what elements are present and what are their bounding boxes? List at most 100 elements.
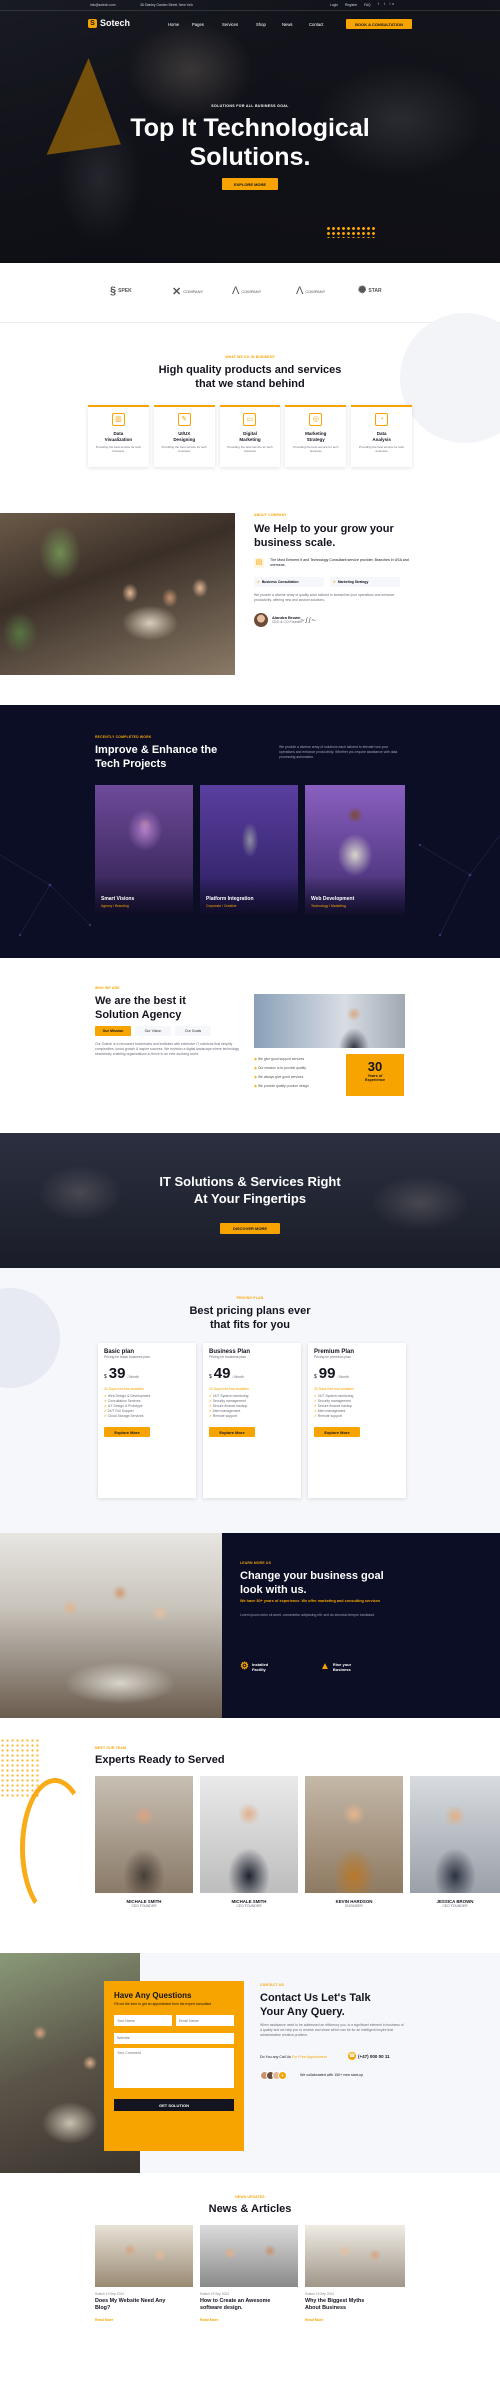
logo-text: Sotech (100, 18, 131, 28)
brand-mark-icon: ✕ (172, 286, 182, 298)
growth-section: LEARN MORE US Change your business goal … (0, 1533, 500, 1718)
news-section: NEWS UPDATES News & Articles Sotech 19 S… (0, 2173, 500, 2385)
list-item: ◉ Our mission is to provide quality (254, 1066, 306, 1070)
team-member-card[interactable]: KEVIN HARDSON ENGINEER (305, 1776, 403, 1921)
brand-mark-icon: Λ (296, 285, 304, 297)
hero-explore-button[interactable]: EXPLORE MORE (222, 178, 278, 190)
news-card[interactable]: Sotech 19 Sep 2024 Why the Biggest Myths… (305, 2225, 405, 2375)
team-curve-shape (20, 1778, 90, 1918)
brand-logo-5: ✺ STAR (358, 285, 382, 296)
cta-section: IT Solutions & Services Right At Your Fi… (0, 1133, 500, 1268)
nav-shop[interactable]: Shop (256, 22, 282, 27)
nav-home[interactable]: Home (168, 22, 192, 27)
client-avatars: + (260, 2071, 287, 2080)
news-post-title[interactable]: Does My Website Need Any Blog? (95, 2298, 193, 2312)
project-card-smart-visions[interactable]: Smart Visions Agency / Branding (95, 785, 193, 916)
get-solution-button[interactable]: GET SOLUTION (114, 2099, 234, 2111)
monitor-icon: ▭ (243, 413, 257, 426)
check-icon: ✔ (333, 580, 336, 584)
email-input[interactable] (176, 2015, 234, 2026)
team-title: Experts Ready to Served (95, 1754, 225, 1766)
project-card-web-development[interactable]: Web Development Technology / Marketing (305, 785, 405, 916)
agency-person-photo (254, 994, 405, 1048)
features-kicker: WHAT WE DO IN BUSINESS (225, 355, 275, 359)
check-icon: ✔ (257, 580, 260, 584)
nav-pages[interactable]: Pages (192, 22, 222, 27)
phone-icon: ☎ (348, 2052, 356, 2060)
tab-our-mission[interactable]: Our Mission (95, 1026, 131, 1036)
plan-basic-button[interactable]: Explore More (104, 1427, 150, 1437)
tab-our-goals[interactable]: Our Goals (175, 1026, 211, 1036)
news-card[interactable]: Sotech 19 Sep 2024 Does My Website Need … (95, 2225, 193, 2375)
topbar-faq[interactable]: FAQ (364, 3, 371, 7)
agency-paragraph: Our Sotech is a renowned businesses and … (95, 1042, 240, 1056)
list-item: ◉ We provide quality product design (254, 1084, 309, 1088)
analysis-icon: ◔ (375, 413, 389, 426)
cta-discover-button[interactable]: DISCOVER MORE (220, 1223, 280, 1234)
team-member-card[interactable]: MICHALE SMITH CEO FOUNDER (200, 1776, 298, 1921)
topbar-register[interactable]: Register (345, 3, 357, 7)
brand-mark-icon: § (110, 285, 117, 297)
plan-features: ✔ 24/7 System monitoring ✔ Security mana… (209, 1394, 249, 1418)
form-title: Have Any Questions (114, 1991, 192, 2000)
growth-paragraph: Lorem ipsum dolor sit amet, consectetur … (240, 1613, 376, 1617)
factory-icon: ⚙ (240, 1661, 249, 1672)
project-tags: Corporate / Creative (206, 904, 237, 908)
feature-card-marketing-strategy[interactable]: ◎ Marketing Strategy Providing the best s… (285, 405, 347, 467)
plan-price: 49 (213, 1365, 231, 1382)
feature-card-data-visualization[interactable]: ▥ Data Visualization Providing the best s… (88, 405, 149, 467)
about-paragraph: We provide a diverse array of quality wo… (254, 593, 395, 602)
book-consultation-button[interactable]: BOOK A CONSULTATION (346, 19, 412, 29)
brand-logo-3: Λ COMPANY (232, 285, 262, 297)
nav-news[interactable]: News (282, 22, 309, 27)
features-section: WHAT WE DO IN BUSINESS High quality prod… (0, 313, 500, 513)
strategy-icon: ◎ (309, 413, 323, 426)
news-post-title[interactable]: How to Create an Awesome software design. (200, 2298, 298, 2312)
check-business-consultation: ✔ Business Consultation (254, 577, 324, 587)
read-more-link[interactable]: Read More (200, 2318, 298, 2322)
plan-features: ✔ 24/7 System monitoring ✔ Security mana… (314, 1394, 354, 1418)
contact-title: Contact Us Let's Talk Your Any Query. (260, 1992, 371, 2018)
feature-card-digital-marketing[interactable]: ▭ Digital Marketing Providing the best se… (219, 405, 281, 467)
read-more-link[interactable]: Read More (95, 2318, 193, 2322)
project-tags: Agency / Branding (101, 904, 129, 908)
call-label: Do You any Call Us For Free Appointment (260, 2055, 327, 2059)
plan-premium-button[interactable]: Explore More (314, 1427, 360, 1437)
author-avatar (254, 613, 268, 627)
read-more-link[interactable]: Read More (305, 2318, 405, 2322)
main-nav: Home Pages Services Shop News Contact (168, 22, 337, 27)
team-member-card[interactable]: MICHALE SMITH CEO FOUNDER (95, 1776, 193, 1921)
phone-number[interactable]: ☎ (+47) 000 00 11 (348, 2052, 390, 2060)
comment-textarea[interactable] (114, 2048, 234, 2088)
design-icon: ✎ (177, 413, 191, 426)
tab-our-vision[interactable]: Our Vision (135, 1026, 171, 1036)
feature-card-data-analysis[interactable]: ◔ Data Analysis Providing the best servic… (351, 405, 412, 467)
news-card[interactable]: Sotech 19 Sep 2024 How to Create an Awes… (200, 2225, 298, 2375)
agency-section: WHO WE ARE We are the best it Solution A… (0, 958, 500, 1133)
nav-contact[interactable]: Contact (309, 22, 337, 27)
social-icons[interactable]: f t in (378, 2, 396, 6)
project-tags: Technology / Marketing (311, 904, 346, 908)
about-highlight: The Most Eminent It and Technology Consu… (270, 558, 409, 567)
logo[interactable]: S Sotech (88, 18, 130, 28)
news-meta: Sotech 19 Sep 2024 (95, 2292, 124, 2296)
nav-services[interactable]: Services (222, 22, 256, 27)
project-card-platform-integration[interactable]: Platform Integration Corporate / Creativ… (200, 785, 298, 916)
list-item: ◉ We always give good services (254, 1075, 304, 1079)
plan-price: 99 (318, 1365, 336, 1382)
team-kicker: MEET OUR TEAM (95, 1746, 127, 1750)
news-image (200, 2225, 298, 2287)
topbar-email[interactable]: info@sotech.com (90, 3, 116, 7)
plan-business-button[interactable]: Explore More (209, 1427, 255, 1437)
name-input[interactable] (114, 2015, 172, 2026)
team-member-card[interactable]: JESSICA BROWN CEO FOUNDER (410, 1776, 500, 1921)
contact-kicker: CONTACT US (260, 1983, 284, 1987)
agency-kicker: WHO WE ARE (95, 986, 120, 990)
news-post-title[interactable]: Why the Biggest Myths About Business (305, 2298, 405, 2312)
topbar-login[interactable]: Login (330, 3, 338, 7)
feature-card-ui-ux[interactable]: ✎ UI/UX Designing Providing the best serv… (153, 405, 215, 467)
growth-title: Change your business goal look with us. (240, 1570, 384, 1596)
website-input[interactable] (114, 2032, 234, 2044)
news-meta: Sotech 19 Sep 2024 (200, 2292, 229, 2296)
chart-icon: ▥ (111, 413, 125, 426)
